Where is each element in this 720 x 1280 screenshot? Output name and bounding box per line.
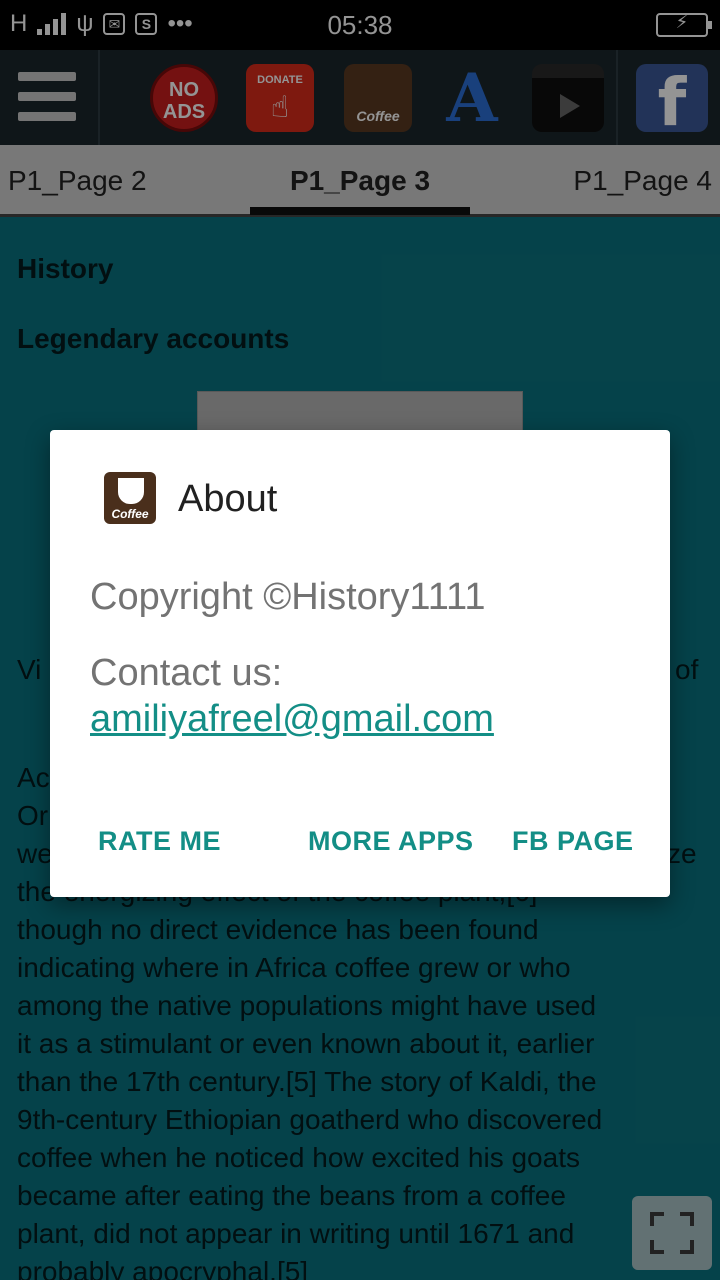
- copyright-text: Copyright ©History1111: [90, 576, 486, 618]
- dialog-title: About: [178, 478, 278, 520]
- contact-label: Contact us:: [90, 652, 283, 694]
- fullscreen-button[interactable]: [632, 1196, 712, 1270]
- more-apps-button[interactable]: MORE APPS: [308, 826, 474, 857]
- rate-me-button[interactable]: RATE ME: [98, 826, 221, 857]
- coffee-app-icon: Coffee: [104, 472, 156, 524]
- email-link[interactable]: amiliyafreel@gmail.com: [90, 698, 494, 741]
- coffee-cup-icon: [118, 478, 144, 504]
- expand-icon: [650, 1212, 664, 1226]
- about-dialog: Coffee About Copyright ©History1111 Cont…: [50, 430, 670, 897]
- fb-page-button[interactable]: FB PAGE: [512, 826, 634, 857]
